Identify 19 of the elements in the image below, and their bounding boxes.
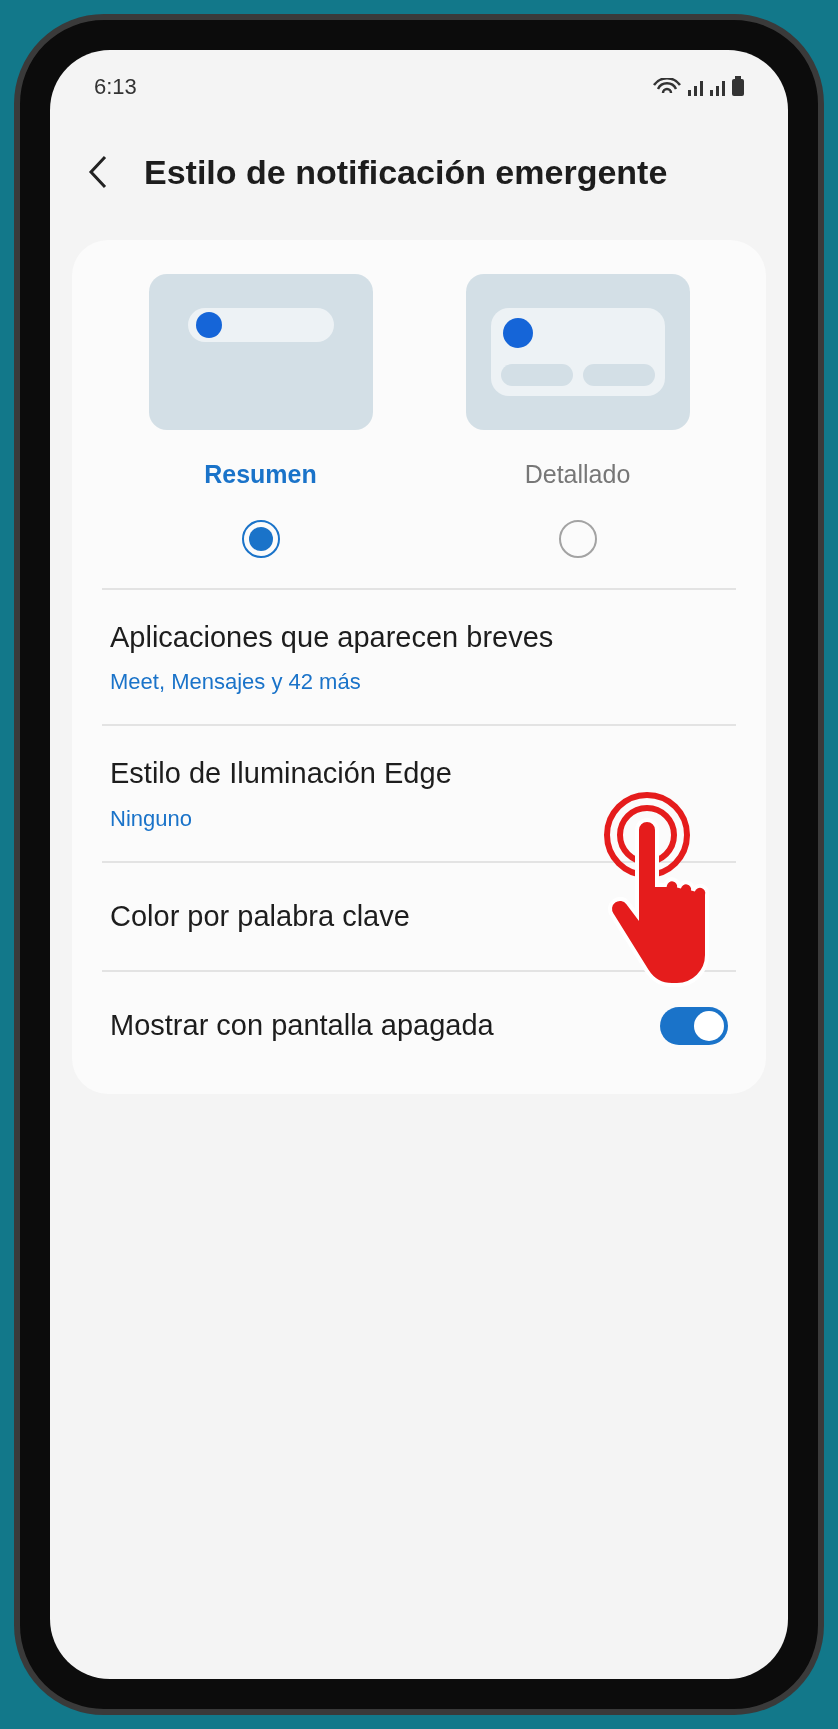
setting-value: Meet, Mensajes y 42 más xyxy=(110,668,362,696)
radio-button[interactable] xyxy=(241,519,280,558)
setting-title: Estilo de Iluminación Edge xyxy=(110,756,452,791)
toggle-switch[interactable] xyxy=(660,1006,728,1045)
setting-title: Aplicaciones que aparecen breves xyxy=(110,619,554,655)
status-time: 6:13 xyxy=(94,72,137,101)
signal-icon xyxy=(688,80,704,96)
setting-title: Mostrar con pantalla apagada xyxy=(110,1008,494,1043)
style-label: Resumen xyxy=(204,459,317,490)
signal-icon xyxy=(710,80,726,96)
page-title: Estilo de notificación emergente xyxy=(144,151,668,193)
radio-button[interactable] xyxy=(558,519,597,558)
battery-icon xyxy=(732,76,744,96)
style-label: Detallado xyxy=(524,459,631,490)
settings-row[interactable]: Mostrar con pantalla apagada xyxy=(102,972,736,1080)
wifi-icon xyxy=(652,78,682,96)
settings-row[interactable]: Aplicaciones que aparecen breves Meet, Mensajes y 42 más xyxy=(102,589,736,726)
setting-value: Ninguno xyxy=(110,804,193,833)
setting-title: Color por palabra clave xyxy=(110,898,410,934)
